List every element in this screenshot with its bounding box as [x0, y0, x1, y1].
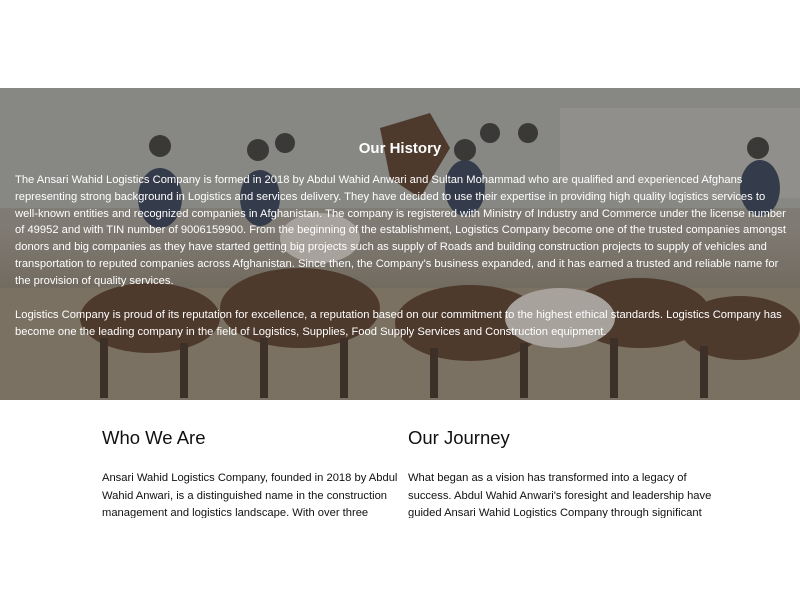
- history-paragraph-1: The Ansari Wahid Logistics Company is fo…: [15, 174, 786, 287]
- history-hero: Our History The Ansari Wahid Logistics C…: [0, 88, 800, 400]
- who-we-are-heading: Who We Are: [102, 427, 206, 448]
- our-journey-text: What began as a vision has transformed i…: [408, 472, 712, 518]
- our-journey-heading: Our Journey: [408, 427, 510, 448]
- our-journey-section: Our Journey What began as a vision has t…: [408, 426, 718, 518]
- who-we-are-section: Who We Are Ansari Wahid Logistics Compan…: [102, 426, 402, 518]
- who-we-are-text: Ansari Wahid Logistics Company, founded …: [102, 472, 398, 518]
- top-blank-area: [0, 0, 800, 88]
- about-columns: Who We Are Ansari Wahid Logistics Compan…: [102, 426, 722, 518]
- history-title: Our History: [358, 140, 442, 157]
- history-paragraph-2: Logistics Company is proud of its reputa…: [15, 309, 782, 338]
